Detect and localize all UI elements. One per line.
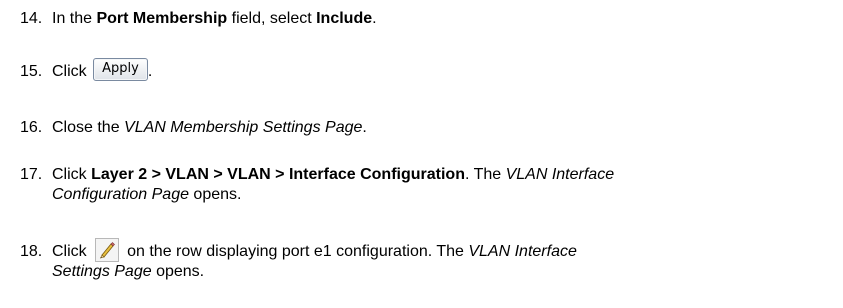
page-name: Configuration Page [52,186,189,203]
step-17: 17. Click Layer 2 > VLAN > VLAN > Interfa… [20,165,833,205]
step-text: opens. [188,186,242,203]
step-text: . [372,10,377,27]
step-18: 18. Click on the row displaying port e1 c… [20,238,833,282]
step-text: . [147,63,153,80]
page-name: VLAN Interface [468,243,577,261]
step-text: Close the [52,119,125,136]
step-number: 18. [20,243,43,261]
step-text: Click [52,166,92,183]
step-number: 15. [20,63,43,80]
step-15: 15. Click Apply. [20,58,833,82]
option-name: Include [316,10,373,27]
step-text: In the [52,10,97,27]
step-text: . [362,119,367,136]
step-number: 14. [20,10,43,27]
menu-path: Layer 2 > VLAN > VLAN > Interface Config… [91,166,465,183]
apply-button[interactable]: Apply [93,58,148,82]
step-14: 14. In the Port Membership field, select … [20,9,833,29]
field-name: Port Membership [96,10,228,27]
step-text: field, select [227,10,317,27]
step-text: Click [52,243,92,261]
step-text: on the row displaying port e1 configurat… [127,243,469,261]
page-name: VLAN Interface [505,166,615,183]
step-number: 17. [20,166,43,183]
step-text: Click [52,63,92,80]
step-16: 16. Close the VLAN Membership Settings Pa… [20,118,833,138]
step-text: opens. [151,263,205,281]
page-name: Settings Page [52,263,152,281]
page-name: VLAN Membership Settings Page [124,119,363,136]
step-text: . The [464,166,506,183]
pencil-edit-icon[interactable] [95,238,120,262]
step-number: 16. [20,119,43,136]
